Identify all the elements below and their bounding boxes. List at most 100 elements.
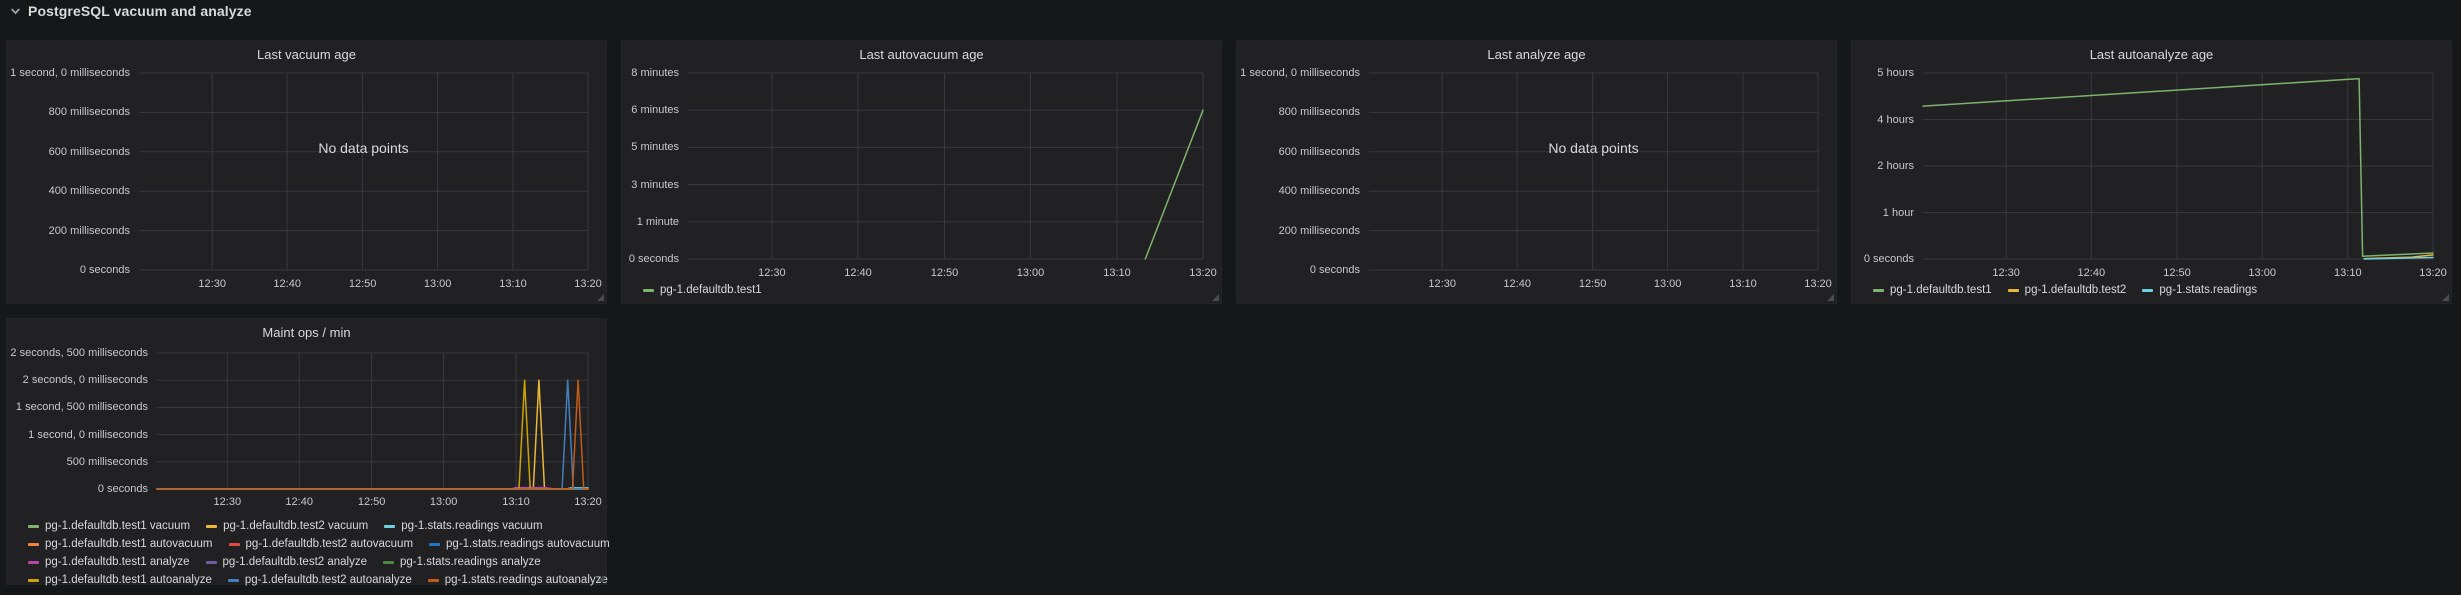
legend-item[interactable]: pg-1.defaultdb.test2 [2008,284,2127,296]
legend-series-color-icon [206,525,217,528]
panel-last-vacuum-age: Last vacuum age 1 second, 0 milliseconds… [6,40,607,304]
y-axis-tick-label: 200 milliseconds [7,225,130,237]
x-axis-tick-label: 12:40 [1503,278,1531,290]
panel-title[interactable]: Maint ops / min [7,325,606,340]
legend-series-label[interactable]: pg-1.defaultdb.test1 autoanalyze [45,574,212,586]
panel-last-analyze-age: Last analyze age 1 second, 0 millisecond… [1236,40,1837,304]
row-title: PostgreSQL vacuum and analyze [28,3,252,19]
x-axis-tick-label: 12:50 [349,278,377,290]
legend-series-label[interactable]: pg-1.defaultdb.test1 autovacuum [45,538,213,550]
legend-item[interactable]: pg-1.defaultdb.test1 [1873,284,1992,296]
legend-item[interactable]: pg-1.stats.readings analyze [383,556,541,568]
x-axis-tick-label: 13:20 [2419,267,2447,279]
legend-item[interactable]: pg-1.defaultdb.test2 analyze [206,556,368,568]
y-axis-tick-label: 6 minutes [622,104,679,116]
legend-series-color-icon [643,289,654,292]
dashboard-row-header[interactable]: PostgreSQL vacuum and analyze [10,2,252,20]
y-axis-tick-label: 200 milliseconds [1237,225,1360,237]
legend-item[interactable]: pg-1.defaultdb.test1 analyze [28,556,190,568]
panel-resize-handle[interactable] [597,575,604,582]
legend-item[interactable]: pg-1.stats.readings autoanalyze [428,574,608,586]
panel-title[interactable]: Last analyze age [1237,47,1836,62]
plot-area[interactable] [1369,73,1818,270]
y-axis-tick-label: 0 seconds [7,483,148,495]
legend-series-label[interactable]: pg-1.defaultdb.test2 [2025,284,2127,296]
legend-item[interactable]: pg-1.defaultdb.test2 autovacuum [229,538,414,550]
x-axis-tick-label: 12:30 [1428,278,1456,290]
legend-item[interactable]: pg-1.stats.readings vacuum [384,520,542,532]
x-axis-tick-label: 13:20 [1804,278,1832,290]
x-axis-tick-label: 12:30 [214,496,242,508]
legend-series-color-icon [2142,289,2153,292]
legend-series-color-icon [28,561,39,564]
legend-series-color-icon [2008,289,2019,292]
legend-series-label[interactable]: pg-1.defaultdb.test2 analyze [223,556,368,568]
y-axis-tick-label: 4 hours [1852,114,1914,126]
legend-item[interactable]: pg-1.stats.readings [2142,284,2257,296]
panel-resize-handle[interactable] [2442,294,2449,301]
legend-series-label[interactable]: pg-1.stats.readings autoanalyze [445,574,608,586]
legend-item[interactable]: pg-1.stats.readings autovacuum [429,538,610,550]
y-axis-tick-label: 5 hours [1852,67,1914,79]
x-axis-tick-label: 13:10 [1103,267,1131,279]
legend-item[interactable]: pg-1.defaultdb.test1 autoanalyze [28,574,212,586]
legend-series-color-icon [28,525,39,528]
legend-series-label[interactable]: pg-1.defaultdb.test2 autovacuum [246,538,414,550]
y-axis-tick-label: 800 milliseconds [1237,106,1360,118]
panel-resize-handle[interactable] [1212,294,1219,301]
legend-series-label[interactable]: pg-1.stats.readings analyze [400,556,541,568]
y-axis-tick-label: 2 seconds, 0 milliseconds [7,374,148,386]
legend-series-label[interactable]: pg-1.defaultdb.test1 [1890,284,1992,296]
x-axis-tick-label: 13:10 [499,278,527,290]
legend-series-label[interactable]: pg-1.stats.readings [2159,284,2257,296]
panel-resize-handle[interactable] [597,294,604,301]
x-axis-tick-label: 12:30 [1992,267,2020,279]
y-axis-tick-label: 800 milliseconds [7,106,130,118]
x-axis-tick-label: 13:10 [502,496,530,508]
legend-item[interactable]: pg-1.defaultdb.test1 autovacuum [28,538,213,550]
panel-title[interactable]: Last autoanalyze age [1852,47,2451,62]
legend-series-label[interactable]: pg-1.defaultdb.test2 autoanalyze [245,574,412,586]
legend-item[interactable]: pg-1.defaultdb.test2 autoanalyze [228,574,412,586]
legend-series-color-icon [383,561,394,564]
plot-area[interactable] [157,353,588,489]
no-data-message: No data points [318,140,408,156]
x-axis-tick-label: 13:10 [1729,278,1757,290]
legend-series-label[interactable]: pg-1.defaultdb.test1 [660,284,762,296]
panel-last-autovacuum-age: Last autovacuum age 8 minutes6 minutes5 … [621,40,1222,304]
legend-series-label[interactable]: pg-1.stats.readings autovacuum [446,538,610,550]
y-axis-tick-label: 0 seconds [7,264,130,276]
panel-title[interactable]: Last vacuum age [7,47,606,62]
panel-title[interactable]: Last autovacuum age [622,47,1221,62]
legend-series-color-icon [229,543,240,546]
plot-area[interactable] [688,73,1203,259]
plot-area[interactable] [1923,73,2433,259]
y-axis-tick-label: 1 second, 0 milliseconds [1237,67,1360,79]
x-axis-tick-label: 13:00 [1654,278,1682,290]
plot-area[interactable] [139,73,588,270]
legend-series-label[interactable]: pg-1.defaultdb.test1 analyze [45,556,190,568]
legend-item[interactable]: pg-1.defaultdb.test1 [643,284,762,296]
panel-resize-handle[interactable] [1827,294,1834,301]
x-axis-tick-label: 12:50 [2163,267,2191,279]
y-axis-tick-label: 2 seconds, 500 milliseconds [7,347,148,359]
legend-series-label[interactable]: pg-1.defaultdb.test2 vacuum [223,520,368,532]
legend-series-label[interactable]: pg-1.stats.readings vacuum [401,520,542,532]
x-axis-tick-label: 12:40 [285,496,313,508]
legend-item[interactable]: pg-1.defaultdb.test2 vacuum [206,520,368,532]
x-axis-tick-label: 13:20 [574,496,602,508]
legend-series-label[interactable]: pg-1.defaultdb.test1 vacuum [45,520,190,532]
legend-item[interactable]: pg-1.defaultdb.test1 vacuum [28,520,190,532]
panel-maint-ops-per-min: Maint ops / min 2 seconds, 500 milliseco… [6,318,607,585]
chevron-down-icon [10,6,21,17]
legend-row: pg-1.defaultdb.test1 pg-1.defaultdb.test2… [1873,282,2257,298]
x-axis-tick-label: 13:00 [424,278,452,290]
legend-row: pg-1.defaultdb.test1 analyze pg-1.default… [28,554,541,570]
y-axis-tick-label: 400 milliseconds [1237,185,1360,197]
legend-series-color-icon [206,561,217,564]
y-axis-tick-label: 2 hours [1852,160,1914,172]
y-axis-tick-label: 3 minutes [622,179,679,191]
legend-row: pg-1.defaultdb.test1 autovacuum pg-1.defa… [28,536,610,552]
legend-series-color-icon [429,543,440,546]
legend-row: pg-1.defaultdb.test1 vacuum pg-1.defaultd… [28,518,543,534]
